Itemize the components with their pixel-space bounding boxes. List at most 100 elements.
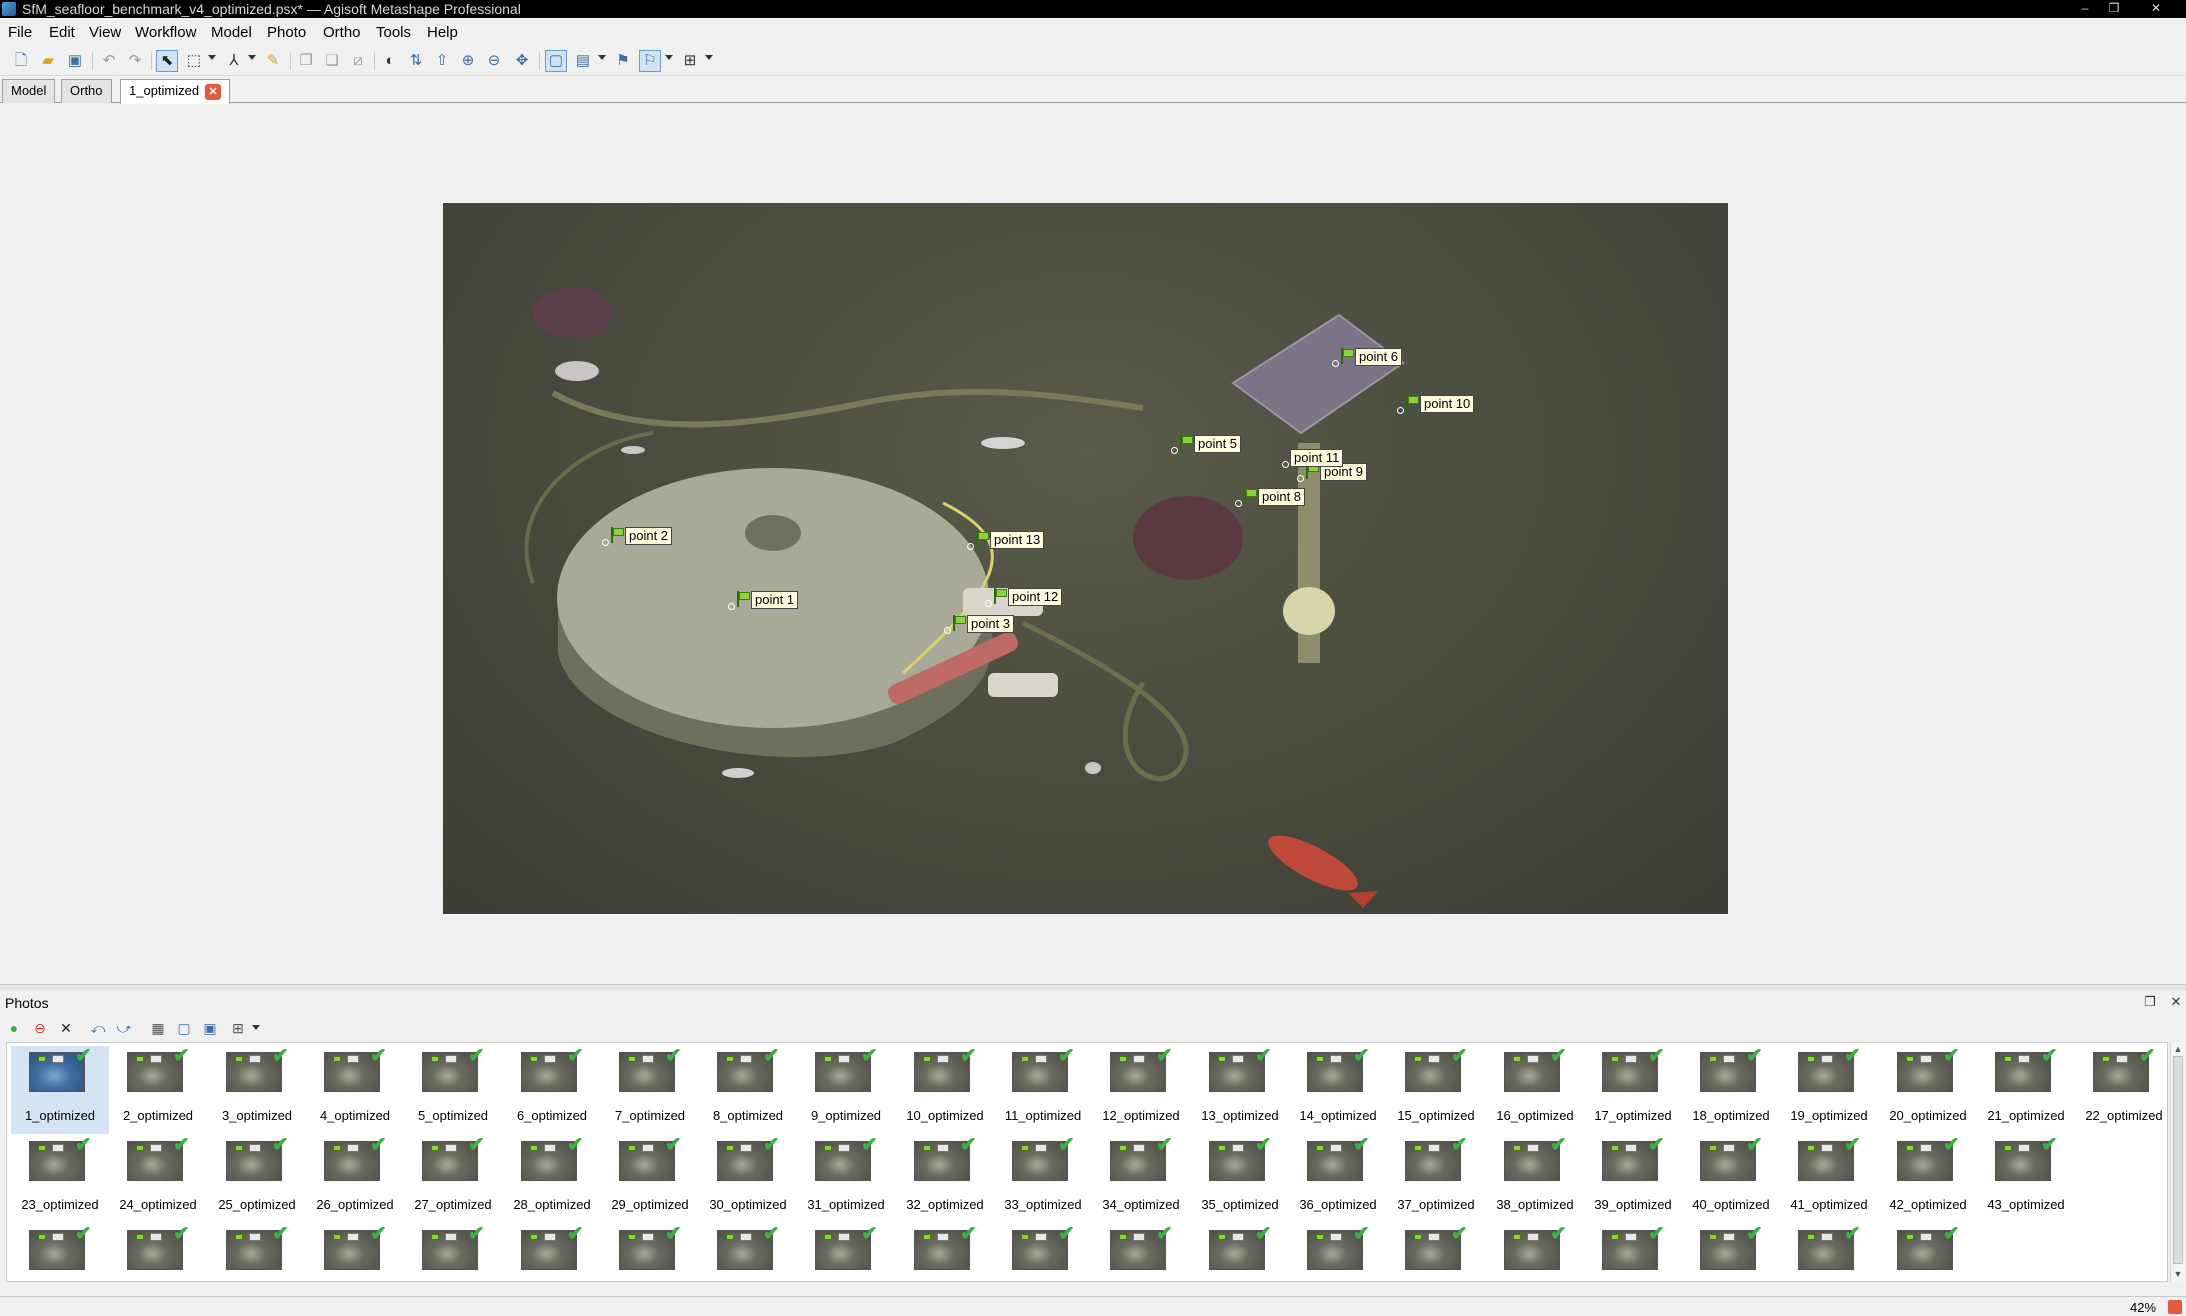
save-icon[interactable]: ▣ — [64, 50, 86, 72]
close-tab-icon[interactable]: ✕ — [205, 83, 222, 100]
close-window-button[interactable]: ✕ — [2131, 1, 2181, 16]
menu-edit[interactable]: Edit — [49, 24, 75, 41]
photo-thumbnail[interactable]: ✔ — [1191, 1224, 1289, 1281]
zoom-out-icon[interactable]: ⊖ — [483, 50, 505, 72]
menu-model[interactable]: Model — [211, 24, 252, 41]
photo-thumbnail[interactable]: ✔ — [1486, 1224, 1584, 1281]
photo-thumbnail[interactable]: ✔ 33_optimized — [994, 1135, 1092, 1223]
photo-thumbnail[interactable]: ✔ 28_optimized — [503, 1135, 601, 1223]
photo-thumbnail[interactable]: ✔ — [1584, 1224, 1682, 1281]
scrollbar-thumb[interactable] — [2173, 1056, 2183, 1264]
close-panel-icon[interactable]: ✕ — [2168, 994, 2184, 1010]
photo-thumbnail[interactable]: ✔ 40_optimized — [1682, 1135, 1780, 1223]
photo-thumbnail[interactable]: ✔ 41_optimized — [1780, 1135, 1878, 1223]
marker-icon[interactable]: ⚑ — [612, 50, 634, 72]
photo-thumbnail[interactable]: ✔ 37_optimized — [1387, 1135, 1485, 1223]
seafloor-photo[interactable]: point 1 point 2 point 3 point 5 point 6 … — [443, 203, 1728, 914]
tab-ortho[interactable]: Ortho — [61, 79, 112, 103]
color-icon[interactable]: ◐ — [379, 50, 401, 72]
photo-thumbnail[interactable]: ✔ 9_optimized — [797, 1046, 895, 1134]
photo-thumbnail[interactable]: ✔ 20_optimized — [1879, 1046, 1977, 1134]
chevron-down-icon[interactable] — [248, 55, 256, 60]
photo-thumbnail[interactable]: ✔ — [208, 1224, 306, 1281]
copy-icon[interactable]: ❐ — [295, 50, 317, 72]
photo-thumbnail[interactable]: ✔ 16_optimized — [1486, 1046, 1584, 1134]
enable-cameras-icon[interactable]: ● — [4, 1018, 24, 1038]
menu-ortho[interactable]: Ortho — [323, 24, 361, 41]
menu-file[interactable]: File — [8, 24, 32, 41]
rectangle-selection-icon[interactable]: ⬚ — [183, 50, 205, 72]
chevron-down-icon[interactable] — [208, 55, 216, 60]
photo-thumbnail[interactable]: ✔ 42_optimized — [1879, 1135, 1977, 1223]
shapes-icon[interactable]: ▤ — [572, 50, 594, 72]
new-icon[interactable]: 🗋 — [10, 50, 32, 72]
photo-thumbnail[interactable]: ✔ 43_optimized — [1977, 1135, 2075, 1223]
brush-icon[interactable]: ✎ — [262, 50, 284, 72]
align-icon[interactable]: ⇅ — [405, 50, 427, 72]
photo-thumbnail[interactable]: ✔ — [109, 1224, 207, 1281]
photo-thumbnail[interactable]: ✔ 34_optimized — [1092, 1135, 1190, 1223]
photo-thumbnail[interactable]: ✔ 1_optimized — [11, 1046, 109, 1134]
photo-thumbnail[interactable]: ✔ 15_optimized — [1387, 1046, 1485, 1134]
photo-thumbnail[interactable]: ✔ — [994, 1224, 1092, 1281]
menu-help[interactable]: Help — [427, 24, 458, 41]
photo-thumbnail[interactable]: ✔ — [1387, 1224, 1485, 1281]
filter-icon[interactable]: ▦ — [148, 1018, 168, 1038]
photo-thumbnail[interactable]: ✔ 12_optimized — [1092, 1046, 1190, 1134]
tab-model[interactable]: Model — [2, 79, 56, 103]
photo-thumbnail[interactable]: ✔ 5_optimized — [404, 1046, 502, 1134]
move-icon[interactable]: ✥ — [511, 50, 533, 72]
photo-thumbnail[interactable]: ✔ 6_optimized — [503, 1046, 601, 1134]
rotate-right-icon[interactable]: ⤻ — [114, 1018, 134, 1038]
photo-thumbnail[interactable]: ✔ 26_optimized — [306, 1135, 404, 1223]
photo-thumbnail[interactable]: ✔ 11_optimized — [994, 1046, 1092, 1134]
mask-icon[interactable]: ▢ — [545, 50, 567, 72]
photo-thumbnail[interactable]: ✔ 19_optimized — [1780, 1046, 1878, 1134]
reset-filter-icon[interactable]: ▢ — [174, 1018, 194, 1038]
photo-thumbnail[interactable]: ✔ 38_optimized — [1486, 1135, 1584, 1223]
grid-icon[interactable]: ⊞ — [679, 50, 701, 72]
minimize-button[interactable]: – — [2073, 1, 2097, 16]
photo-thumbnail[interactable]: ✔ — [306, 1224, 404, 1281]
scroll-down-icon[interactable]: ▼ — [2172, 1268, 2184, 1280]
photo-thumbnail[interactable]: ✔ — [11, 1224, 109, 1281]
ruler-icon[interactable]: ⅄ — [223, 50, 245, 72]
photo-thumbnail[interactable]: ✔ — [1879, 1224, 1977, 1281]
photo-thumbnail[interactable]: ✔ — [601, 1224, 699, 1281]
photo-thumbnail[interactable]: ✔ 2_optimized — [109, 1046, 207, 1134]
photo-thumbnail[interactable]: ✔ — [1092, 1224, 1190, 1281]
navigation-icon[interactable]: ⬉ — [156, 50, 178, 72]
photo-thumbnail[interactable]: ✔ — [797, 1224, 895, 1281]
photo-thumbnail[interactable]: ✔ 7_optimized — [601, 1046, 699, 1134]
photo-thumbnail[interactable]: ✔ 39_optimized — [1584, 1135, 1682, 1223]
paste-icon[interactable]: ❏ — [321, 50, 343, 72]
restore-panel-icon[interactable]: ❐ — [2142, 994, 2158, 1010]
photo-thumbnail[interactable]: ✔ 13_optimized — [1191, 1046, 1289, 1134]
photo-thumbnail[interactable]: ✔ 30_optimized — [699, 1135, 797, 1223]
photo-thumbnail[interactable]: ✔ 25_optimized — [208, 1135, 306, 1223]
open-icon[interactable]: ▰ — [37, 50, 59, 72]
menu-tools[interactable]: Tools — [376, 24, 411, 41]
photo-thumbnail[interactable]: ✔ — [896, 1224, 994, 1281]
photo-thumbnail[interactable]: ✔ 32_optimized — [896, 1135, 994, 1223]
photo-thumbnail[interactable]: ✔ — [503, 1224, 601, 1281]
photo-thumbnail[interactable]: ✔ — [1289, 1224, 1387, 1281]
chevron-down-icon[interactable] — [252, 1025, 260, 1030]
photo-thumbnail[interactable]: ✔ — [699, 1224, 797, 1281]
photo-thumbnail[interactable]: ✔ — [1682, 1224, 1780, 1281]
chevron-down-icon[interactable] — [665, 55, 673, 60]
photo-thumbnail[interactable]: ✔ 35_optimized — [1191, 1135, 1289, 1223]
disable-cameras-icon[interactable]: ⊖ — [30, 1018, 50, 1038]
photo-thumbnail[interactable]: ✔ 36_optimized — [1289, 1135, 1387, 1223]
photo-thumbnail[interactable]: ✔ 29_optimized — [601, 1135, 699, 1223]
maximize-button[interactable]: ❐ — [2102, 1, 2126, 16]
menu-view[interactable]: View — [89, 24, 121, 41]
redo-icon[interactable]: ↷ — [124, 50, 146, 72]
remove-cameras-icon[interactable]: ✕ — [56, 1018, 76, 1038]
photo-thumbnail[interactable]: ✔ 10_optimized — [896, 1046, 994, 1134]
chevron-down-icon[interactable] — [705, 55, 713, 60]
menu-photo[interactable]: Photo — [267, 24, 306, 41]
photo-thumbnail[interactable]: ✔ 23_optimized — [11, 1135, 109, 1223]
photo-thumbnail[interactable]: ✔ — [404, 1224, 502, 1281]
show-markers-icon[interactable]: ⚐ — [639, 50, 661, 72]
